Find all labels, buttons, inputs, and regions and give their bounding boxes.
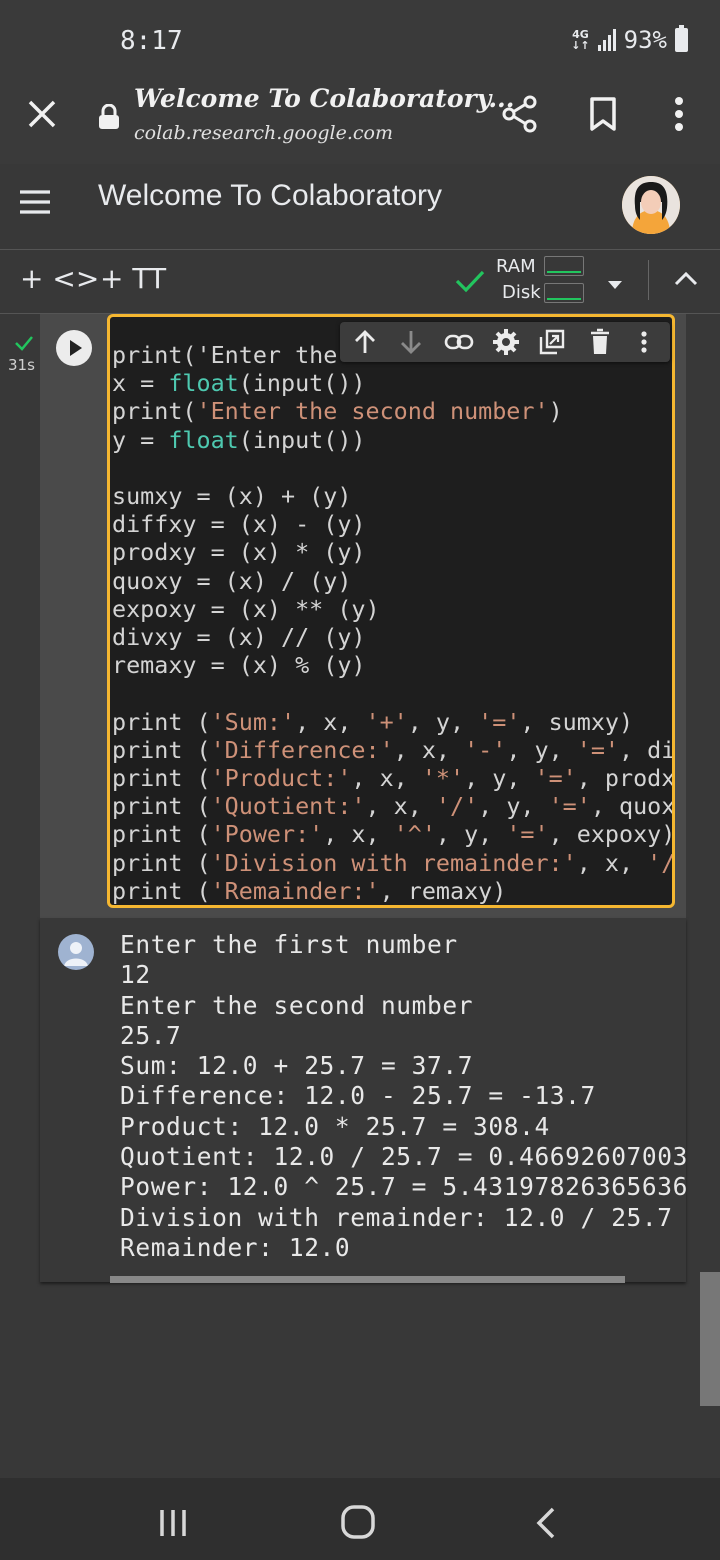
output-line: Remainder: 12.0 (120, 1232, 351, 1262)
close-icon[interactable] (22, 94, 62, 134)
output-line: Enter the first number (120, 930, 458, 959)
output-line: Difference: 12.0 - 25.7 = -13.7 (120, 1081, 596, 1111)
lock-icon (98, 103, 120, 134)
code-line[interactable]: print ('Difference:', x, '-', y, '=', di (112, 736, 672, 764)
output-text: Enter the first number 12 Enter the second… (120, 930, 686, 1263)
output-line: Product: 12.0 * 25.7 = 308.4 (120, 1111, 550, 1141)
connected-check-icon (454, 268, 486, 298)
back-icon[interactable] (534, 1506, 558, 1544)
output-line: Division with remainder: 12.0 / 25.7 = 0… (120, 1202, 673, 1232)
code-line[interactable]: print ('Remainder:', remaxy) (112, 877, 672, 905)
code-line[interactable]: print ('Power:', x, '^', y, '=', expoxy) (112, 820, 672, 848)
output-horizontal-scrollbar[interactable] (110, 1276, 625, 1283)
code-line[interactable]: remaxy = (x) % (y) (112, 651, 672, 679)
browser-url[interactable]: colab.research.google.com (134, 122, 393, 144)
network-indicator: 4G ↓↑ (571, 28, 590, 52)
play-icon (70, 340, 82, 356)
caret-down-icon[interactable] (606, 276, 624, 295)
user-avatar[interactable] (622, 176, 680, 234)
output-line: 12 (120, 960, 151, 990)
mirror-cell-icon[interactable] (538, 328, 566, 360)
ram-label: RAM (496, 256, 536, 277)
notebook-toolbar: + <> + TT RAM Disk (0, 250, 720, 314)
more-vert-icon[interactable] (636, 328, 652, 360)
code-line[interactable]: print('Enter the second number') (112, 397, 672, 425)
code-editor[interactable]: print('Enter the x = float(input()) print(… (107, 314, 675, 908)
chevron-up-icon[interactable] (674, 270, 698, 290)
cell-execution-time: 31s (8, 356, 35, 374)
home-icon[interactable] (340, 1504, 376, 1544)
output-line: 25.7 (120, 1020, 182, 1050)
output-line: Power: 12.0 ^ 25.7 = 5.43197826365636e (120, 1172, 686, 1202)
move-down-icon[interactable] (398, 328, 424, 360)
more-vert-icon[interactable] (664, 94, 694, 138)
notebook-title[interactable]: Welcome To Colaboratory (98, 179, 442, 213)
add-text-cell-button[interactable]: + TT (100, 262, 166, 295)
code-line[interactable]: x = float(input()) (112, 369, 672, 397)
colab-header: Welcome To Colaboratory (0, 164, 720, 250)
signal-icon (597, 29, 616, 51)
code-line[interactable]: sumxy = (x) + (y) (112, 482, 672, 510)
settings-icon[interactable] (492, 328, 520, 360)
output-line: Enter the second number (120, 990, 474, 1020)
battery-percent: 93% (623, 26, 667, 54)
status-bar: 8:17 4G ↓↑ 93% (0, 0, 720, 72)
code-line[interactable]: y = float(input()) (112, 426, 672, 454)
recents-icon[interactable] (158, 1508, 188, 1542)
code-line[interactable]: prodxy = (x) * (y) (112, 538, 672, 566)
code-line[interactable]: diffxy = (x) - (y) (112, 510, 672, 538)
output-user-icon (58, 934, 94, 970)
code-line[interactable]: divxy = (x) // (y) (112, 623, 672, 651)
code-line[interactable]: print ('Product:', x, '*', y, '=', prodx (112, 764, 672, 792)
battery-icon (675, 25, 688, 52)
output-line: Quotient: 12.0 / 25.7 = 0.46692607003891 (120, 1142, 686, 1172)
code-line[interactable] (112, 454, 672, 482)
code-line[interactable]: print ('Quotient:', x, '/', y, '=', quox (112, 792, 672, 820)
output-line: Sum: 12.0 + 25.7 = 37.7 (120, 1051, 474, 1081)
code-line[interactable]: expoxy = (x) ** (y) (112, 595, 672, 623)
page-scrollbar[interactable] (700, 1272, 720, 1406)
disk-label: Disk (502, 282, 541, 303)
move-up-icon[interactable] (352, 328, 378, 360)
navigation-bar (0, 1478, 720, 1560)
run-cell-button[interactable] (56, 330, 92, 366)
disk-meter[interactable] (544, 283, 584, 303)
add-code-cell-button[interactable]: + <> (20, 262, 99, 295)
toolbar-divider (648, 260, 649, 300)
ram-meter[interactable] (544, 256, 584, 276)
link-icon[interactable] (444, 328, 474, 360)
cell-toolbar (340, 322, 670, 362)
code-line[interactable]: print ('Division with remainder:', x, '/ (112, 849, 672, 877)
code-line[interactable]: quoxy = (x) / (y) (112, 567, 672, 595)
browser-bar: Welcome To Colaboratory... colab.researc… (0, 72, 720, 164)
share-icon[interactable] (500, 94, 540, 138)
browser-page-title: Welcome To Colaboratory... (134, 84, 515, 113)
code-content[interactable]: print('Enter the x = float(input()) print(… (112, 341, 672, 905)
status-indicators: 4G ↓↑ 93% (571, 25, 688, 54)
code-line[interactable] (112, 679, 672, 707)
status-time: 8:17 (120, 26, 183, 56)
cell-status-check-icon (14, 334, 34, 356)
code-line[interactable]: print ('Sum:', x, '+', y, '=', sumxy) (112, 708, 672, 736)
menu-icon[interactable] (18, 189, 52, 219)
delete-icon[interactable] (588, 328, 612, 360)
bookmark-icon[interactable] (586, 96, 620, 136)
